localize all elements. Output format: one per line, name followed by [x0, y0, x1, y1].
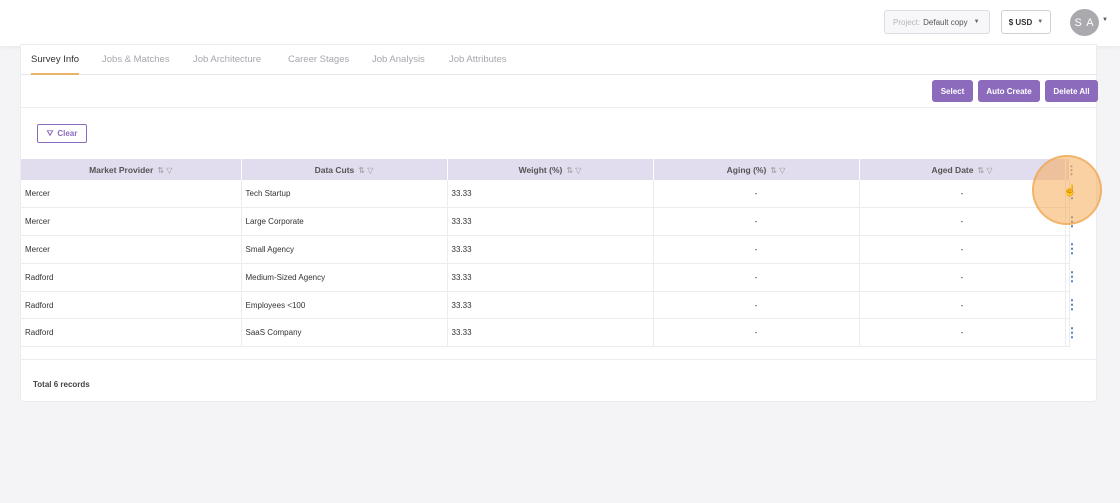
column-header-aging[interactable]: Aging (%) ⇅ ▽: [653, 159, 860, 180]
cell-weight: 33.33: [447, 235, 654, 264]
avatar-initials: S A: [1074, 16, 1095, 29]
hand-pointer-icon: ☝: [1063, 184, 1077, 197]
cell-weight: 33.33: [447, 263, 654, 292]
sort-filter-icon[interactable]: ⇅ ▽: [977, 166, 992, 175]
row-actions-icon[interactable]: ⋮: [1065, 235, 1079, 264]
project-select-label: Project:: [893, 17, 921, 27]
column-header-weight[interactable]: Weight (%) ⇅ ▽: [447, 159, 654, 180]
cell-weight: 33.33: [447, 291, 654, 320]
sort-filter-icon[interactable]: ⇅ ▽: [566, 166, 581, 175]
select-button[interactable]: Select: [932, 80, 973, 102]
sort-filter-icon[interactable]: ⇅ ▽: [770, 166, 785, 175]
currency-select[interactable]: $ USD ▼: [1001, 10, 1051, 34]
chevron-down-icon: ▼: [1037, 19, 1044, 25]
project-select[interactable]: Project: Default copy ▼: [884, 10, 990, 34]
cell-aged-date: -: [859, 318, 1066, 348]
tab-job-architecture[interactable]: Job Architecture: [193, 54, 261, 75]
table-row: Radford SaaS Company 33.33 - - ⋮: [21, 318, 1079, 348]
cell-aging: -: [653, 263, 860, 292]
cell-data-cuts: Small Agency: [241, 235, 448, 264]
cell-market-provider: Mercer: [21, 207, 242, 237]
chevron-down-icon[interactable]: ▼: [1102, 17, 1108, 23]
cell-market-provider: Radford: [21, 263, 242, 292]
cell-data-cuts: Tech Startup: [241, 180, 448, 209]
table-row: Mercer Tech Startup 33.33 - - ⋮: [21, 180, 1079, 209]
cell-weight: 33.33: [447, 180, 654, 209]
cell-market-provider: Radford: [21, 318, 242, 348]
survey-table: Market Provider ⇅ ▽ Data Cuts ⇅ ▽ Weight (…: [21, 159, 1079, 348]
table-container: ⛛ Clear Market Provider ⇅ ▽ Data Cuts ⇅ ▽ …: [21, 107, 1098, 348]
tab-bar: Survey Info Jobs & Matches Job Architect…: [21, 45, 1098, 75]
tab-job-analysis[interactable]: Job Analysis: [372, 54, 425, 75]
tab-job-attributes[interactable]: Job Attributes: [449, 54, 507, 75]
cell-data-cuts: Large Corporate: [241, 207, 448, 237]
column-header-market-provider[interactable]: Market Provider ⇅ ▽: [21, 159, 242, 180]
sort-filter-icon[interactable]: ⇅ ▽: [358, 166, 373, 175]
cell-market-provider: Mercer: [21, 235, 242, 264]
table-row: Radford Medium-Sized Agency 33.33 - - ⋮: [21, 263, 1079, 292]
chevron-down-icon: ▼: [973, 19, 980, 25]
cell-weight: 33.33: [447, 318, 654, 348]
clear-label: Clear: [57, 129, 78, 138]
cell-aged-date: -: [859, 291, 1066, 320]
tab-career-stages[interactable]: Career Stages: [288, 54, 349, 75]
cell-aging: -: [653, 235, 860, 264]
total-records: Total 6 records: [33, 380, 90, 389]
column-header-data-cuts[interactable]: Data Cuts ⇅ ▽: [241, 159, 448, 180]
clear-filters-button[interactable]: ⛛ Clear: [37, 124, 87, 143]
cell-data-cuts: SaaS Company: [241, 318, 448, 348]
cell-data-cuts: Medium-Sized Agency: [241, 263, 448, 292]
table-row: Mercer Large Corporate 33.33 - - ⋮: [21, 207, 1079, 237]
tab-jobs-matches[interactable]: Jobs & Matches: [102, 54, 170, 75]
column-label: Data Cuts: [314, 164, 355, 175]
top-bar: Project: Default copy ▼ $ USD ▼ S A ▼: [0, 0, 1120, 46]
table-row: Radford Employees <100 33.33 - - ⋮: [21, 291, 1079, 320]
row-actions-icon[interactable]: ⋮: [1065, 318, 1079, 348]
cell-aging: -: [653, 291, 860, 320]
click-highlight: ☝: [1032, 155, 1102, 225]
survey-info-card: Survey Info Jobs & Matches Job Architect…: [20, 44, 1098, 402]
cell-market-provider: Mercer: [21, 180, 242, 209]
tab-survey-info[interactable]: Survey Info: [31, 54, 80, 75]
cell-aged-date: -: [859, 235, 1066, 264]
delete-all-button[interactable]: Delete All: [1045, 80, 1098, 102]
cell-data-cuts: Employees <100: [241, 291, 448, 320]
table-header-row: Market Provider ⇅ ▽ Data Cuts ⇅ ▽ Weight (…: [21, 159, 1078, 180]
sort-filter-icon[interactable]: ⇅ ▽: [157, 166, 172, 175]
column-label: Aging (%): [726, 164, 767, 175]
row-actions-icon[interactable]: ⋮: [1065, 263, 1079, 292]
column-label: Aged Date: [931, 164, 974, 175]
avatar[interactable]: S A: [1070, 9, 1099, 36]
auto-create-button[interactable]: Auto Create: [978, 80, 1040, 102]
column-label: Weight (%): [518, 164, 563, 175]
table-row: Mercer Small Agency 33.33 - - ⋮: [21, 235, 1079, 264]
column-label: Market Provider: [89, 164, 154, 175]
cell-market-provider: Radford: [21, 291, 242, 320]
currency-value: $ USD: [1008, 17, 1033, 27]
cell-aged-date: -: [859, 263, 1066, 292]
project-select-value: Default copy: [923, 17, 968, 27]
cell-aging: -: [653, 318, 860, 348]
row-actions-icon[interactable]: ⋮: [1065, 291, 1079, 320]
cell-aging: -: [653, 180, 860, 209]
filter-icon: ⛛: [46, 128, 54, 138]
cell-weight: 33.33: [447, 207, 654, 237]
cell-aging: -: [653, 207, 860, 237]
divider: [21, 359, 1098, 360]
cell-aged-date: -: [859, 207, 1066, 237]
